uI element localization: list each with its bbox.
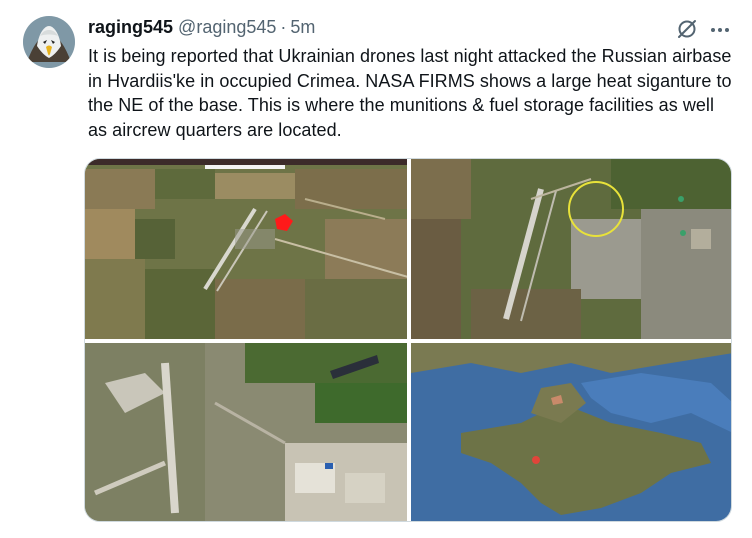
- grok-icon[interactable]: [675, 17, 699, 41]
- separator: ·: [280, 17, 287, 37]
- author-handle[interactable]: @raging545: [178, 17, 276, 38]
- media-grid: [84, 158, 732, 522]
- tweet-header: raging545 @raging545 · 5m: [88, 17, 315, 41]
- author-name[interactable]: raging545: [88, 17, 173, 38]
- media-image-crimea-map[interactable]: [411, 343, 731, 521]
- eagle-avatar-image: [23, 16, 75, 68]
- tweet-text: It is being reported that Ukrainian dron…: [88, 46, 732, 140]
- more-dots-icon[interactable]: [707, 19, 733, 41]
- avatar[interactable]: [23, 16, 75, 68]
- timestamp[interactable]: 5m: [290, 17, 315, 38]
- media-image-airbase-closeup[interactable]: [85, 343, 407, 521]
- media-image-firms-map[interactable]: [85, 159, 407, 339]
- media-image-airbase-circled[interactable]: [411, 159, 731, 339]
- tweet[interactable]: raging545 @raging545 · 5m It is being re…: [0, 0, 752, 538]
